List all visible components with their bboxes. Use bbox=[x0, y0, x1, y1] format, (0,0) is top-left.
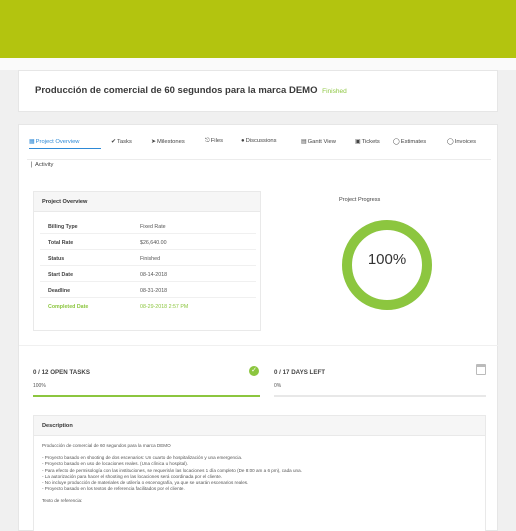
row-key: Status bbox=[48, 256, 65, 262]
stats-divider bbox=[19, 345, 499, 346]
tickets-icon: ▣ bbox=[355, 139, 361, 145]
days-left-percent: 0% bbox=[274, 383, 282, 389]
milestones-icon: ➤ bbox=[151, 139, 157, 145]
tab-tasks[interactable]: ✔Tasks bbox=[111, 138, 132, 145]
overview-icon: ▦ bbox=[29, 139, 35, 145]
tab-milestones[interactable]: ➤Milestones bbox=[151, 138, 185, 145]
row-value: 08-29-2018 2:57 PM bbox=[140, 304, 189, 310]
tasks-icon: ✔ bbox=[111, 139, 117, 145]
project-title-card: Producción de comercial de 60 segundos p… bbox=[18, 70, 498, 112]
tab-label: Invoices bbox=[454, 139, 476, 145]
tab-label: Project Overview bbox=[35, 139, 80, 145]
tab-discussions[interactable]: ●Discussions bbox=[241, 138, 277, 144]
invoices-icon: ◯ bbox=[447, 139, 454, 145]
tab-label: Discussions bbox=[245, 138, 277, 144]
overview-row-deadline: Deadline 08-31-2018 bbox=[40, 283, 256, 298]
row-key: Total Rate bbox=[48, 240, 74, 246]
project-overview-panel: Project Overview Billing Type Fixed Rate … bbox=[33, 191, 261, 331]
open-tasks-progress-fill bbox=[33, 395, 260, 397]
activity-icon: ❘ bbox=[29, 162, 35, 168]
project-progress-title: Project Progress bbox=[339, 197, 381, 203]
tab-label: Milestones bbox=[157, 139, 185, 145]
description-heading: Description bbox=[42, 423, 73, 429]
open-tasks-percent: 100% bbox=[33, 383, 46, 389]
open-tasks-label: 0 / 12 OPEN TASKS bbox=[33, 369, 90, 376]
row-value: Fixed Rate bbox=[140, 224, 166, 230]
gantt-icon: ▤ bbox=[301, 139, 307, 145]
tab-label: Files bbox=[210, 138, 223, 144]
discussions-icon: ● bbox=[241, 138, 245, 144]
tab-label: Estimates bbox=[400, 139, 427, 145]
tab-invoices[interactable]: ◯Invoices bbox=[447, 138, 476, 145]
row-key: Billing Type bbox=[48, 224, 78, 230]
description-panel: Description Producción de comercial de 6… bbox=[33, 415, 486, 531]
tab-label: Tasks bbox=[117, 139, 132, 145]
tab-label: Gantt View bbox=[307, 139, 336, 145]
row-value: $26,640.00 bbox=[140, 240, 167, 246]
project-title: Producción de comercial de 60 segundos p… bbox=[35, 85, 318, 96]
project-main-card: ▦Project Overview ✔Tasks ➤Milestones ⎋Fi… bbox=[18, 124, 499, 531]
files-icon: ⎋ bbox=[205, 138, 210, 144]
tabs-divider bbox=[27, 159, 491, 160]
overview-heading: Project Overview bbox=[42, 199, 88, 205]
overview-row-completed-date: Completed Date 08-29-2018 2:57 PM bbox=[40, 299, 256, 314]
row-key: Completed Date bbox=[48, 304, 89, 310]
row-value: Finished bbox=[140, 256, 161, 262]
tab-activity[interactable]: ❘Activity bbox=[29, 161, 53, 168]
row-key: Deadline bbox=[48, 288, 71, 294]
estimates-icon: ◯ bbox=[393, 139, 400, 145]
overview-panel-header: Project Overview bbox=[34, 192, 260, 212]
tab-estimates[interactable]: ◯Estimates bbox=[393, 138, 426, 145]
overview-row-status: Status Finished bbox=[40, 251, 256, 266]
page-title: Producción de comercial de 60 segundos p… bbox=[35, 85, 347, 96]
top-header-bar bbox=[0, 0, 516, 58]
description-footer: Texto de referencia: bbox=[42, 498, 83, 504]
row-key: Start Date bbox=[48, 272, 74, 278]
tab-gantt-view[interactable]: ▤Gantt View bbox=[301, 138, 336, 145]
tab-files[interactable]: ⎋Files bbox=[205, 138, 223, 145]
description-body: Producción de comercial de 60 segundos p… bbox=[42, 443, 482, 505]
overview-row-billing-type: Billing Type Fixed Rate bbox=[40, 219, 256, 234]
tab-tickets[interactable]: ▣Tickets bbox=[355, 138, 380, 145]
tab-label: Tickets bbox=[361, 139, 380, 145]
days-left-progress-bar bbox=[274, 395, 486, 397]
tab-label: Activity bbox=[35, 162, 54, 168]
description-panel-header: Description bbox=[34, 416, 485, 436]
row-value: 08-14-2018 bbox=[140, 272, 168, 278]
header-band bbox=[0, 58, 516, 70]
overview-row-start-date: Start Date 08-14-2018 bbox=[40, 267, 256, 282]
active-tab-indicator bbox=[29, 148, 101, 149]
check-circle-icon: ✓ bbox=[249, 366, 259, 376]
status-badge: Finished bbox=[322, 88, 347, 95]
progress-percent-label: 100% bbox=[367, 251, 407, 268]
row-value: 08-31-2018 bbox=[140, 288, 168, 294]
days-left-label: 0 / 17 DAYS LEFT bbox=[274, 369, 326, 376]
calendar-icon bbox=[476, 364, 486, 375]
overview-row-total-rate: Total Rate $26,640.00 bbox=[40, 235, 256, 250]
open-tasks-progress-bar bbox=[33, 395, 260, 397]
tab-project-overview[interactable]: ▦Project Overview bbox=[29, 138, 79, 145]
